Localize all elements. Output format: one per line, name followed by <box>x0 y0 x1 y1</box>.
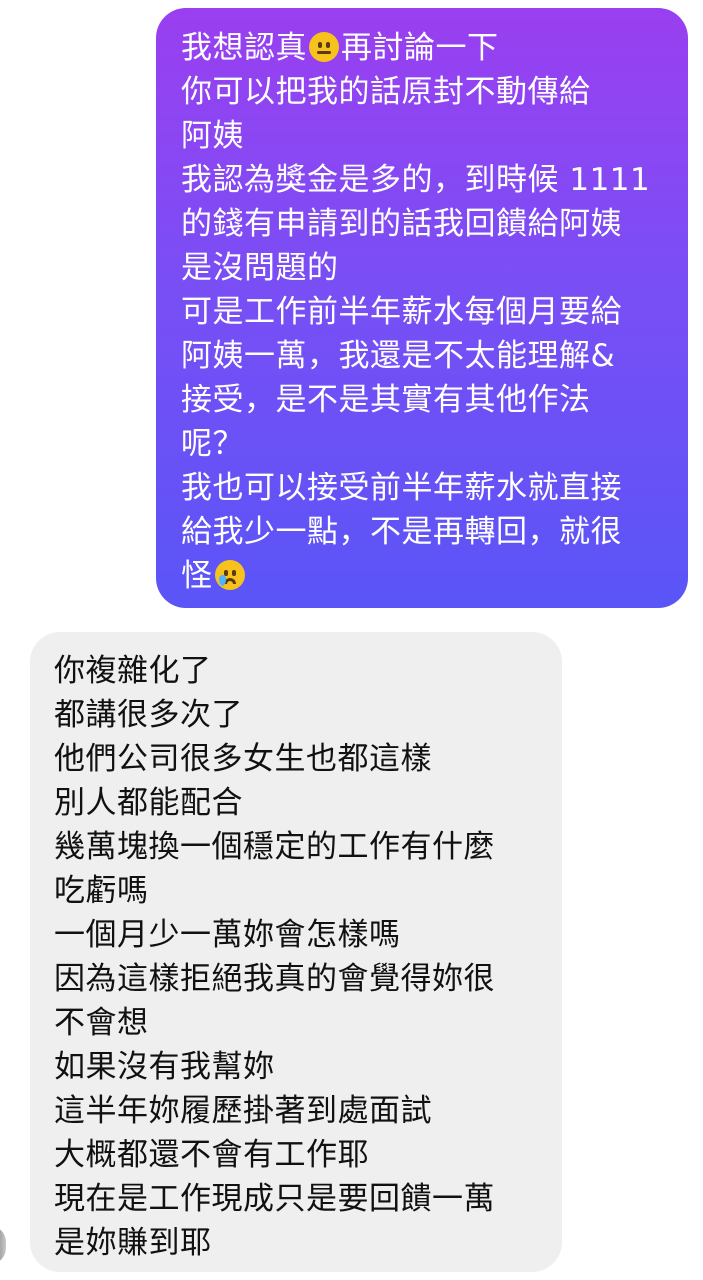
message-line: 呢？ <box>181 426 244 462</box>
message-line: 如果沒有我幫妳 <box>54 1049 275 1085</box>
message-line: 一個月少一萬妳會怎樣嗎 <box>54 917 401 953</box>
neutral-face-emoji-icon <box>309 32 339 62</box>
message-line: 別人都能配合 <box>54 785 243 821</box>
crying-face-emoji-icon <box>214 560 245 590</box>
outgoing-message-bubble[interactable]: 我想認真 再討論一下 你可以把我的話原封不動傳給 阿姨 我認為獎金是多的，到時候 … <box>156 8 688 608</box>
message-line: 怪 <box>181 554 664 598</box>
message-line: 幾萬塊換一個穩定的工作有什麼 <box>54 829 495 865</box>
message-line: 吃虧嗎 <box>54 873 149 909</box>
message-line: 不會想 <box>54 1005 149 1041</box>
chat-thread: 我想認真 再討論一下 你可以把我的話原封不動傳給 阿姨 我認為獎金是多的，到時候 … <box>0 0 703 1280</box>
message-line: 的錢有申請到的話我回饋給阿姨 <box>181 206 622 242</box>
message-line: 我想認真 再討論一下 <box>181 30 499 66</box>
message-line: 我也可以接受前半年薪水就直接 <box>181 470 622 506</box>
message-line: 他們公司很多女生也都這樣 <box>54 741 432 777</box>
message-line: 阿姨一萬，我還是不太能理解& <box>181 338 616 374</box>
message-line: 可是工作前半年薪水每個月要給 <box>181 294 622 330</box>
message-line: 這半年妳履歷掛著到處面試 <box>54 1093 432 1129</box>
message-line: 是沒問題的 <box>181 250 339 286</box>
message-line: 是妳賺到耶 <box>54 1225 212 1261</box>
message-line: 接受，是不是其實有其他作法 <box>181 382 591 418</box>
message-line: 大概都還不會有工作耶 <box>54 1137 369 1173</box>
message-line: 因為這樣拒絕我真的會覺得妳很 <box>54 961 495 997</box>
message-line: 我認為獎金是多的，到時候 1111 <box>181 162 651 198</box>
message-line: 阿姨 <box>181 118 244 154</box>
incoming-message-bubble[interactable]: 你複雜化了 都講很多次了 他們公司很多女生也都這樣 別人都能配合 幾萬塊換一個穩… <box>30 632 562 1272</box>
message-line: 現在是工作現成只是要回饋一萬 <box>54 1181 495 1217</box>
message-line: 你可以把我的話原封不動傳給 <box>181 74 591 110</box>
message-line: 你複雜化了 <box>54 653 212 689</box>
message-line: 給我少一點，不是再轉回，就很 <box>181 514 622 550</box>
message-line: 都講很多次了 <box>54 697 243 733</box>
sender-avatar[interactable] <box>0 1226 6 1264</box>
